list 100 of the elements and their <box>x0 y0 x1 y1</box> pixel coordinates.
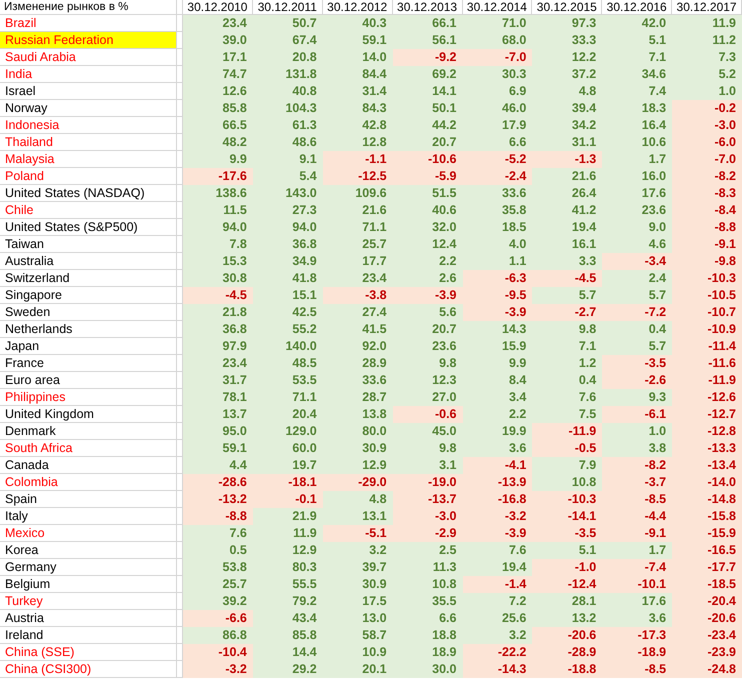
table-cell: -2.6 <box>602 372 672 389</box>
table-cell: 39.7 <box>322 559 393 576</box>
table-cell: -6.1 <box>602 406 672 423</box>
table-cell: 4.0 <box>462 236 532 253</box>
table-cell: 11.3 <box>392 559 462 576</box>
table-cell: 1.2 <box>532 355 602 372</box>
table-cell: 68.0 <box>462 32 532 49</box>
table-cell: -0.6 <box>392 406 462 423</box>
table-cell: 85.8 <box>183 100 253 117</box>
table-cell: 17.6 <box>602 593 672 610</box>
table-cell: 3.6 <box>462 440 532 457</box>
country-name: Australia <box>5 254 54 268</box>
country-name: China (CSI300) <box>5 662 92 676</box>
table-cell: -8.8 <box>672 219 742 236</box>
table-cell: 21.6 <box>532 168 602 185</box>
table-cell: 44.2 <box>392 117 462 134</box>
table-cell: 84.4 <box>322 66 393 83</box>
country-name: Russian Federation <box>5 33 114 47</box>
table-cell: -9.1 <box>602 525 672 542</box>
table-cell: 9.9 <box>462 355 532 372</box>
country-name: Mexico <box>5 526 45 540</box>
table-cell: -24.8 <box>672 661 742 678</box>
table-cell: -18.1 <box>252 474 323 491</box>
table-cell: 18.5 <box>462 219 532 236</box>
country-name: Chile <box>5 203 34 217</box>
table-cell: 30.3 <box>462 66 532 83</box>
table-cell: 31.7 <box>183 372 253 389</box>
table-cell: 35.5 <box>392 593 462 610</box>
table-cell: 60.0 <box>252 440 323 457</box>
table-cell: 48.2 <box>183 134 253 151</box>
table-cell: 2.6 <box>392 270 462 287</box>
table-cell: 13.1 <box>322 508 393 525</box>
table-cell: 59.1 <box>322 32 393 49</box>
table-cell: -13.4 <box>672 457 742 474</box>
table-cell: -5.1 <box>322 525 393 542</box>
country-name: Austria <box>5 611 44 625</box>
table-cell: 78.1 <box>183 389 253 406</box>
table-cell: -3.4 <box>602 253 672 270</box>
table-cell: 9.8 <box>392 440 462 457</box>
table-cell: 42.5 <box>252 304 323 321</box>
table-cell: 18.9 <box>392 644 462 661</box>
table-cell: -11.9 <box>672 372 742 389</box>
table-cell: 23.6 <box>392 338 462 355</box>
table-cell: 8.4 <box>462 372 532 389</box>
table-cell: 2.2 <box>392 253 462 270</box>
table-cell: -3.5 <box>532 525 602 542</box>
table-cell: 66.5 <box>183 117 253 134</box>
table-cell: -7.0 <box>672 151 742 168</box>
table-cell: 7.2 <box>462 593 532 610</box>
country-name: Italy <box>5 509 28 523</box>
table-cell: -14.8 <box>672 491 742 508</box>
table-cell: 48.5 <box>252 355 323 372</box>
table-cell: 46.0 <box>462 100 532 117</box>
table-cell: -8.5 <box>602 491 672 508</box>
table-cell: 39.4 <box>532 100 602 117</box>
table-cell: 19.7 <box>252 457 323 474</box>
table-cell: -3.9 <box>462 304 532 321</box>
table-cell: 5.6 <box>392 304 462 321</box>
table-cell: 7.6 <box>183 525 253 542</box>
table-cell: 27.0 <box>392 389 462 406</box>
table-cell: -12.7 <box>672 406 742 423</box>
table-cell: 2.4 <box>602 270 672 287</box>
table-cell: 30.8 <box>183 270 253 287</box>
country-name: Israel <box>5 84 36 98</box>
table-cell: 12.2 <box>532 49 602 66</box>
table-cell: -20.6 <box>532 627 602 644</box>
table-cell: -7.2 <box>602 304 672 321</box>
table-cell: 39.2 <box>183 593 253 610</box>
table-cell: 66.1 <box>392 15 462 32</box>
table-cell: 6.9 <box>462 83 532 100</box>
country-name: Brazil <box>5 16 36 30</box>
table-cell: 20.7 <box>392 134 462 151</box>
table-cell: -9.2 <box>392 49 462 66</box>
table-cell: -4.4 <box>602 508 672 525</box>
table-cell: 140.0 <box>252 338 323 355</box>
table-cell: -11.9 <box>532 423 602 440</box>
table-cell: 4.4 <box>183 457 253 474</box>
country-name: Belgium <box>5 577 50 591</box>
table-cell: -13.2 <box>183 491 253 508</box>
table-cell: 10.6 <box>602 134 672 151</box>
table-cell: 9.8 <box>392 355 462 372</box>
country-name: Spain <box>5 492 37 506</box>
table-cell: -14.3 <box>462 661 532 678</box>
table-cell: -0.5 <box>532 440 602 457</box>
table-cell: 40.3 <box>322 15 393 32</box>
table-cell: -8.3 <box>672 185 742 202</box>
table-cell: 5.7 <box>602 287 672 304</box>
table-cell: 138.6 <box>183 185 253 202</box>
table-cell: 45.0 <box>392 423 462 440</box>
table-cell: 19.4 <box>462 559 532 576</box>
table-cell: 32.0 <box>392 219 462 236</box>
table-cell: 19.9 <box>462 423 532 440</box>
table-cell: 39.0 <box>183 32 253 49</box>
table-cell: 23.6 <box>602 202 672 219</box>
table-cell: 80.0 <box>322 423 393 440</box>
table-cell: 27.3 <box>252 202 323 219</box>
table-cell: 3.1 <box>392 457 462 474</box>
country-name: Indonesia <box>5 118 60 132</box>
table-cell: 40.8 <box>252 83 323 100</box>
table-cell: 20.7 <box>392 321 462 338</box>
